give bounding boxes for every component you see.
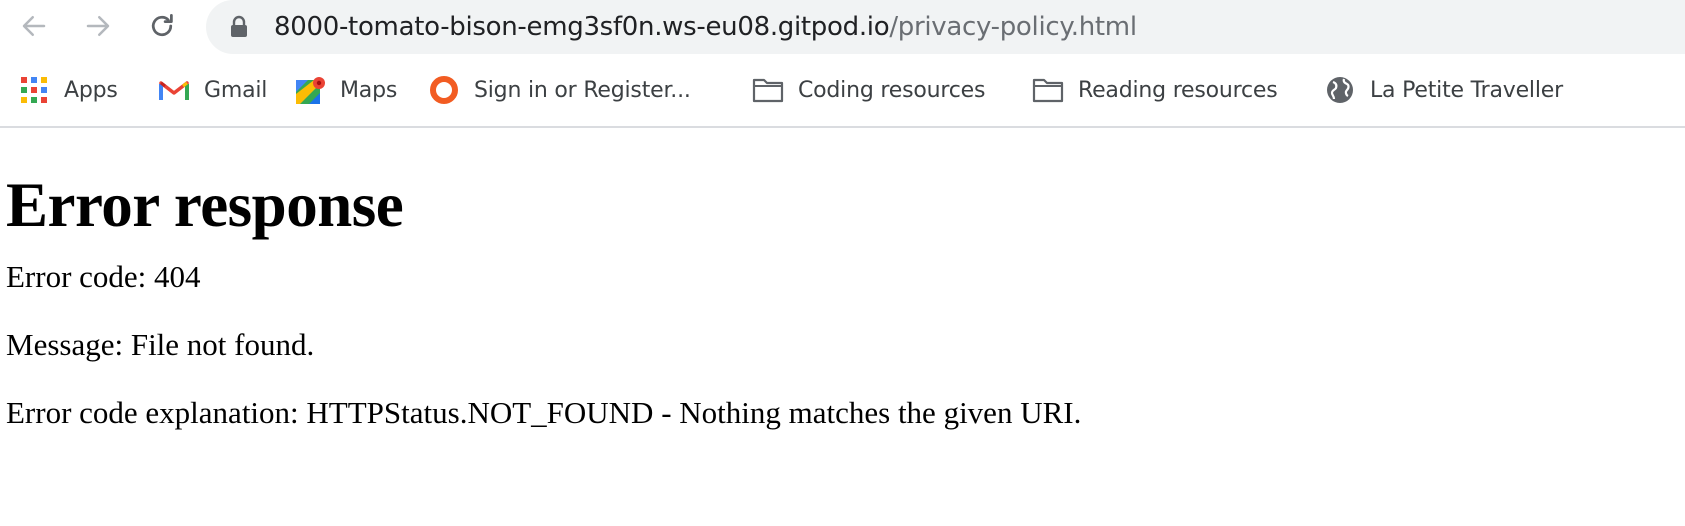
folder-icon [752,74,784,106]
arrow-left-icon [22,16,46,36]
bookmark-sign-in[interactable]: Sign in or Register... [428,62,691,118]
page-content: Error response Error code: 404 Message: … [6,160,1081,461]
apps-grid-icon [18,74,50,106]
browser-toolbar: 8000-tomato-bison-emg3sf0n.ws-eu08.gitpo… [0,0,1685,54]
bookmark-la-petite-traveller[interactable]: La Petite Traveller [1324,62,1563,118]
folder-icon [1032,74,1064,106]
lock-icon[interactable] [229,15,249,39]
bookmark-coding-resources[interactable]: Coding resources [752,62,985,118]
bookmark-apps[interactable]: Apps [18,62,118,118]
url-path: /privacy-policy.html [889,12,1137,42]
address-bar[interactable]: 8000-tomato-bison-emg3sf0n.ws-eu08.gitpo… [206,0,1685,54]
bookmark-label: La Petite Traveller [1370,77,1563,103]
bookmark-label: Apps [64,77,118,103]
arrow-right-icon [86,16,110,36]
bookmark-label: Gmail [204,77,268,103]
error-message-line: Message: File not found. [6,327,315,362]
url-host: 8000-tomato-bison-emg3sf0n.ws-eu08.gitpo… [274,12,890,42]
back-button[interactable] [14,6,54,46]
bookmark-gmail[interactable]: Gmail [158,62,267,118]
toolbar-divider [0,126,1685,128]
error-code-line: Error code: 404 [6,259,201,294]
bookmark-maps[interactable]: Maps [294,62,397,118]
gmail-icon [158,74,190,106]
reload-button[interactable] [142,6,182,46]
globe-icon [1324,74,1356,106]
error-explanation-line: Error code explanation: HTTPStatus.NOT_F… [6,395,1082,430]
reload-icon [151,14,173,37]
page-title: Error response [6,170,404,240]
maps-icon [294,74,326,106]
bookmark-label: Sign in or Register... [474,77,691,103]
bookmarks-bar: Apps Gmail Maps Sign in or Register... C… [0,62,1685,118]
forward-button[interactable] [78,6,118,46]
bookmark-reading-resources[interactable]: Reading resources [1032,62,1278,118]
bookmark-label: Maps [340,77,398,103]
bookmark-label: Coding resources [798,77,986,103]
ring-logo-icon [428,74,460,106]
url-text[interactable]: 8000-tomato-bison-emg3sf0n.ws-eu08.gitpo… [274,11,1137,43]
bookmark-label: Reading resources [1078,77,1278,103]
